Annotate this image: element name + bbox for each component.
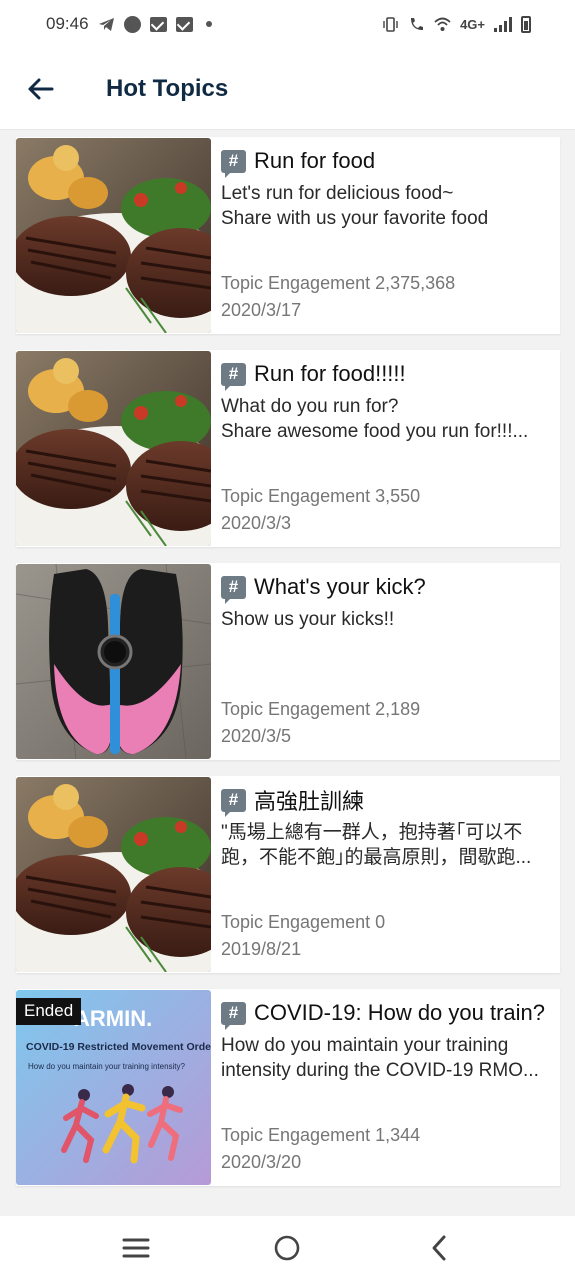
- topic-engagement: Topic Engagement 3,550: [221, 486, 421, 506]
- topic-image-steak: [16, 351, 211, 546]
- topic-description-line: intensity during the COVID-19 RMO...: [221, 1060, 539, 1081]
- topic-meta: Topic Engagement 1,344 2020/3/20: [221, 1122, 420, 1176]
- topic-meta: Topic Engagement 2,189 2020/3/5: [221, 696, 420, 750]
- vibrate-icon: [383, 16, 398, 32]
- topic-date: 2019/8/21: [221, 939, 302, 959]
- hashtag-icon: #: [221, 788, 246, 817]
- topic-description: "馬場上總有一群人，抱持著｢可以不 跑，不能不飽｣的最高原則，間歇跑...: [221, 820, 554, 870]
- topic-meta: Topic Engagement 3,550 2020/3/3: [221, 483, 420, 537]
- topic-title: Run for food: [254, 148, 376, 173]
- clock: 09:46: [46, 14, 89, 33]
- topic-card[interactable]: # What's your kick? Show us your kicks!!…: [16, 563, 560, 760]
- dot-icon: [205, 21, 212, 27]
- topic-engagement: Topic Engagement 0: [221, 912, 386, 932]
- mail-icon: [175, 16, 193, 32]
- topic-title-row: # What's your kick?: [221, 572, 554, 604]
- banner-subtitle: How do you maintain your training intens…: [28, 1062, 186, 1071]
- status-right: 4G+: [382, 15, 531, 33]
- wifi-call-icon: [411, 17, 424, 30]
- topic-description-line: Share awesome food you run for!!!...: [221, 421, 529, 442]
- hashtag-icon: #: [221, 1001, 246, 1030]
- battery-icon: [521, 15, 531, 33]
- topic-image-sneakers: [16, 564, 211, 759]
- topic-card[interactable]: # Run for food Let's run for delicious f…: [16, 137, 560, 334]
- topic-meta: Topic Engagement 2,375,368 2020/3/17: [221, 270, 455, 324]
- topic-engagement: Topic Engagement 1,344: [221, 1125, 421, 1145]
- status-left: 09:46: [46, 14, 212, 34]
- topic-title-row: # COVID-19: How do you train?: [221, 998, 554, 1030]
- banner-brand: ARMIN.: [74, 1006, 152, 1031]
- hashtag-icon: #: [221, 362, 246, 391]
- app-bar: Hot Topics: [0, 48, 575, 130]
- topic-image-covid-banner: ARMIN. COVID-19 Restricted Movement Orde…: [16, 990, 211, 1185]
- signal-icon: [494, 16, 512, 32]
- topic-title-row: # Run for food!!!!!: [221, 359, 554, 391]
- ended-badge: Ended: [16, 998, 82, 1025]
- topic-title: 高強肚訓練: [254, 789, 365, 814]
- topic-description-line: What do you run for?: [221, 396, 399, 417]
- topic-date: 2020/3/17: [221, 300, 302, 320]
- arrow-left-icon: [28, 78, 54, 99]
- topic-engagement: Topic Engagement 2,189: [221, 699, 421, 719]
- topic-content: # What's your kick? Show us your kicks!!…: [211, 563, 560, 760]
- topic-content: # Run for food Let's run for delicious f…: [211, 137, 560, 334]
- topic-description-line: How do you maintain your training: [221, 1035, 509, 1056]
- mail-icon: [149, 16, 167, 32]
- topic-description: Show us your kicks!!: [221, 607, 554, 632]
- topic-engagement: Topic Engagement 2,375,368: [221, 273, 456, 293]
- topic-title: What's your kick?: [254, 574, 426, 599]
- topic-card[interactable]: # 高強肚訓練 "馬場上總有一群人，抱持著｢可以不 跑，不能不飽｣的最高原則，間…: [16, 776, 560, 973]
- recent-apps-button[interactable]: [106, 1218, 166, 1278]
- topic-image-steak: [16, 138, 211, 333]
- banner-title: COVID-19 Restricted Movement Order: [26, 1041, 211, 1053]
- status-bar: 09:46 4G+: [0, 0, 575, 48]
- topic-date: 2020/3/5: [221, 726, 292, 746]
- topic-title-row: # 高強肚訓練: [221, 785, 554, 817]
- topic-list[interactable]: # Run for food Let's run for delicious f…: [0, 130, 575, 1215]
- topic-description: What do you run for? Share awesome food …: [221, 394, 554, 444]
- hashtag-icon: #: [221, 575, 246, 604]
- topic-meta: Topic Engagement 0 2019/8/21: [221, 909, 385, 963]
- system-nav-bar: [0, 1216, 575, 1280]
- topic-description-line: Share with us your favorite food: [221, 208, 489, 229]
- messenger-icon: [123, 15, 141, 33]
- network-label: 4G+: [460, 16, 485, 32]
- recent-apps-icon: [122, 1238, 150, 1258]
- back-button[interactable]: [0, 48, 80, 130]
- topic-description-line: 跑，不能不飽｣的最高原則，間歇跑...: [221, 847, 532, 868]
- back-icon: [432, 1235, 446, 1261]
- topic-card[interactable]: ARMIN. COVID-19 Restricted Movement Orde…: [16, 989, 560, 1186]
- topic-description: Let's run for delicious food~ Share with…: [221, 181, 554, 231]
- topic-image-steak: [16, 777, 211, 972]
- home-button[interactable]: [257, 1218, 317, 1278]
- topic-description: How do you maintain your training intens…: [221, 1033, 554, 1083]
- wifi-icon: [434, 17, 451, 31]
- topic-description-line: Let's run for delicious food~: [221, 183, 454, 204]
- telegram-icon: [98, 17, 114, 31]
- topic-date: 2020/3/20: [221, 1152, 302, 1172]
- page-title: Hot Topics: [106, 74, 229, 102]
- topic-description-line: Show us your kicks!!: [221, 609, 395, 630]
- topic-description-line: "馬場上總有一群人，抱持著｢可以不: [221, 822, 523, 843]
- topic-title-row: # Run for food: [221, 146, 554, 178]
- topic-card[interactable]: # Run for food!!!!! What do you run for?…: [16, 350, 560, 547]
- hashtag-icon: #: [221, 149, 246, 178]
- topic-title: COVID-19: How do you train?: [254, 1000, 546, 1025]
- topic-content: # 高強肚訓練 "馬場上總有一群人，抱持著｢可以不 跑，不能不飽｣的最高原則，間…: [211, 776, 560, 973]
- topic-title: Run for food!!!!!: [254, 361, 406, 386]
- system-back-button[interactable]: [409, 1218, 469, 1278]
- topic-content: # Run for food!!!!! What do you run for?…: [211, 350, 560, 547]
- topic-content: # COVID-19: How do you train? How do you…: [211, 989, 560, 1186]
- home-icon: [275, 1235, 300, 1261]
- topic-date: 2020/3/3: [221, 513, 292, 533]
